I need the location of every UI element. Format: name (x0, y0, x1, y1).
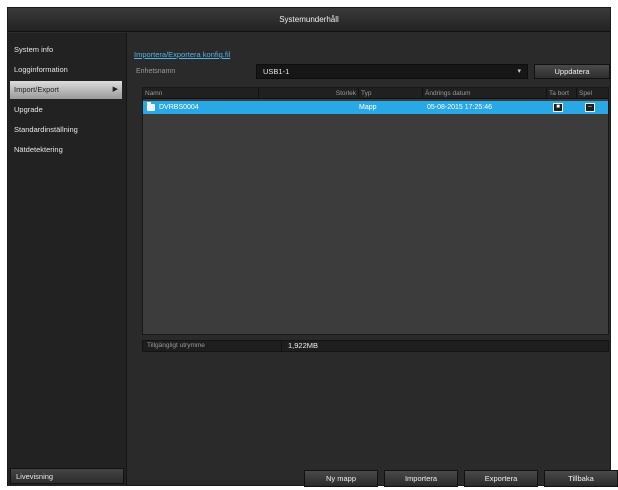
row-date: 05-08-2015 17:25:46 (427, 104, 492, 111)
column-header-date[interactable]: Ändrings datum (423, 88, 547, 99)
refresh-button[interactable]: Uppdatera (534, 64, 610, 79)
device-label: Enhetsnamn (136, 68, 176, 75)
free-space-value: 1,922MB (288, 341, 319, 350)
sidebar: System info Logginformation Import/Expor… (8, 33, 127, 486)
column-header-size[interactable]: Storlek (259, 88, 359, 99)
device-value: USB1-1 (263, 67, 290, 76)
sidebar-item-system-info[interactable]: System info (8, 41, 126, 59)
row-name: DVRBS0004 (159, 104, 199, 111)
folder-icon (147, 102, 155, 111)
table-row[interactable]: DVRBS0004 Mapp 05-08-2015 17:25:46 ■ – (143, 101, 608, 114)
free-space-label: Tillgängligt utrymme (147, 342, 205, 349)
file-table: Namn Storlek Typ Ändrings datum Ta bort … (142, 87, 609, 335)
play-icon[interactable]: – (585, 103, 595, 112)
sidebar-item-upgrade[interactable]: Upgrade (8, 101, 126, 119)
column-header-delete[interactable]: Ta bort (547, 88, 577, 99)
free-space-row: Tillgängligt utrymme 1,922MB (142, 340, 609, 352)
column-header-name[interactable]: Namn (143, 88, 259, 99)
live-view-button[interactable]: Livevisning (10, 468, 124, 484)
sidebar-item-label: Upgrade (14, 105, 43, 114)
breadcrumb-link[interactable]: Importera/Exportera konfig.fil (134, 50, 230, 59)
sidebar-item-network-detection[interactable]: Nätdetektering (8, 141, 126, 159)
back-button[interactable]: Tillbaka (544, 470, 618, 487)
sidebar-item-label: Standardinställning (14, 125, 78, 134)
sidebar-item-label: Import/Export (14, 85, 60, 94)
export-button[interactable]: Exportera (464, 470, 538, 487)
column-header-type[interactable]: Typ (359, 88, 423, 99)
chevron-right-icon: ▶ (112, 86, 118, 93)
row-type: Mapp (359, 104, 377, 111)
sidebar-item-label: Logginformation (14, 65, 68, 74)
table-header: Namn Storlek Typ Ändrings datum Ta bort … (143, 88, 608, 99)
import-button[interactable]: Importera (384, 470, 458, 487)
main-panel: Importera/Exportera konfig.fil Enhetsnam… (130, 33, 618, 487)
device-row: Enhetsnamn USB1-1 ▾ Uppdatera (134, 64, 610, 79)
delete-icon[interactable]: ■ (553, 103, 563, 112)
window-title: Systemunderhåll (8, 8, 610, 32)
sidebar-item-label: System info (14, 45, 54, 54)
column-header-play[interactable]: Spel (577, 88, 610, 99)
sidebar-item-default-settings[interactable]: Standardinställning (8, 121, 126, 139)
sidebar-item-log-info[interactable]: Logginformation (8, 61, 126, 79)
sidebar-item-label: Nätdetektering (14, 145, 63, 154)
new-folder-button[interactable]: Ny mapp (304, 470, 378, 487)
device-select[interactable]: USB1-1 ▾ (256, 64, 528, 79)
system-maintenance-window: Systemunderhåll System info Logginformat… (7, 7, 618, 487)
dropdown-arrow-icon: ▾ (517, 68, 521, 75)
sidebar-item-import-export[interactable]: Import/Export ▶ (10, 81, 122, 99)
